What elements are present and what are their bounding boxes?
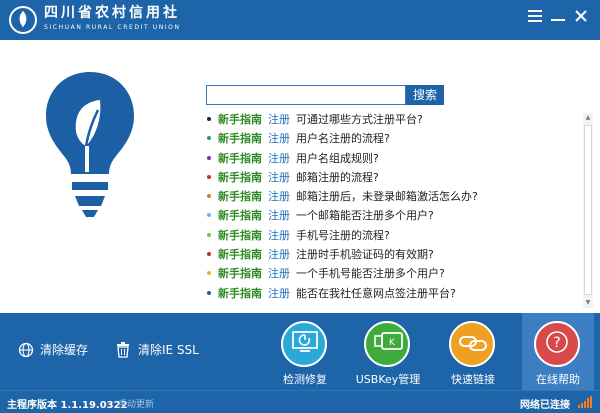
- faq-question[interactable]: 邮箱注册的流程?: [296, 171, 379, 184]
- usbkey-manage-button[interactable]: K USBKey管理: [352, 313, 424, 390]
- faq-guide-tag[interactable]: 新手指南: [218, 171, 262, 184]
- title-bar: 四川省农村信用社 SICHUAN RURAL CREDIT UNION: [0, 0, 600, 40]
- bullet-dot-icon: [207, 194, 211, 199]
- quick-link-label: 快速链接: [451, 373, 495, 386]
- faq-guide-tag[interactable]: 新手指南: [218, 190, 262, 203]
- monitor-icon: [292, 331, 318, 352]
- clear-cache-button[interactable]: 清除缓存: [18, 340, 98, 360]
- link-icon: [459, 336, 487, 351]
- faq-item[interactable]: 新手指南 注册 手机号注册的流程?: [206, 226, 576, 245]
- faq-item[interactable]: 新手指南 注册 可通过哪些方式注册平台?: [206, 110, 576, 129]
- status-bar: 主程序版本 1.1.19.0322 手动更新 网络已连接: [0, 390, 600, 413]
- faq-register-tag[interactable]: 注册: [268, 287, 290, 300]
- svg-text:K: K: [389, 338, 396, 348]
- faq-item[interactable]: 新手指南 注册 邮箱注册后，未登录邮箱激活怎么办?: [206, 187, 576, 206]
- help-icon: ?: [546, 331, 568, 353]
- close-icon[interactable]: [570, 6, 592, 26]
- faq-guide-tag[interactable]: 新手指南: [218, 267, 262, 280]
- faq-guide-tag[interactable]: 新手指南: [218, 132, 262, 145]
- faq-item[interactable]: 新手指南 注册 能否在我社任意网点签注册平台?: [206, 284, 576, 303]
- faq-register-tag[interactable]: 注册: [268, 132, 290, 145]
- faq-guide-tag[interactable]: 新手指南: [218, 113, 262, 126]
- faq-register-tag[interactable]: 注册: [268, 190, 290, 203]
- online-help-button[interactable]: ? 在线帮助: [522, 313, 594, 390]
- faq-scrollbar[interactable]: ▲ ▼: [583, 113, 593, 308]
- faq-guide-tag[interactable]: 新手指南: [218, 248, 262, 261]
- bottom-toolbar: 清除缓存 清除IE SSL 检测修复 K USBKey管理 快速链接 ? 在线帮…: [0, 313, 600, 390]
- minimize-icon[interactable]: [547, 6, 569, 26]
- faq-question[interactable]: 能否在我社任意网点签注册平台?: [296, 287, 456, 300]
- faq-question[interactable]: 注册时手机验证码的有效期?: [296, 248, 434, 261]
- brand-title-cn: 四川省农村信用社: [44, 5, 180, 21]
- search-input[interactable]: [206, 85, 406, 105]
- globe-icon: [18, 342, 34, 358]
- faq-item[interactable]: 新手指南 注册 邮箱注册的流程?: [206, 168, 576, 187]
- faq-register-tag[interactable]: 注册: [268, 209, 290, 222]
- faq-guide-tag[interactable]: 新手指南: [218, 209, 262, 222]
- faq-item[interactable]: 新手指南 注册 用户名注册的流程?: [206, 129, 576, 148]
- faq-register-tag[interactable]: 注册: [268, 267, 290, 280]
- faq-question[interactable]: 一个邮箱能否注册多个用户?: [296, 209, 434, 222]
- version-text: 主程序版本 1.1.19.0322: [7, 400, 128, 411]
- usbkey-icon: K: [374, 332, 403, 350]
- bullet-dot-icon: [207, 252, 211, 257]
- faq-question[interactable]: 用户名注册的流程?: [296, 132, 390, 145]
- detect-repair-button[interactable]: 检测修复: [269, 313, 341, 390]
- bullet-dot-icon: [207, 174, 211, 179]
- faq-item[interactable]: 新手指南 注册 一个邮箱能否注册多个用户?: [206, 206, 576, 225]
- faq-item[interactable]: 新手指南 注册 用户名组成规则?: [206, 149, 576, 168]
- trash-icon: [117, 342, 129, 358]
- online-help-label: 在线帮助: [536, 373, 580, 386]
- bullet-dot-icon: [207, 290, 211, 295]
- detect-repair-label: 检测修复: [283, 373, 327, 386]
- usbkey-label: USBKey管理: [355, 373, 421, 386]
- faq-question[interactable]: 邮箱注册后，未登录邮箱激活怎么办?: [296, 190, 478, 203]
- scroll-thumb[interactable]: [584, 125, 592, 295]
- rural-credit-logo-icon: [9, 6, 37, 34]
- faq-guide-tag[interactable]: 新手指南: [218, 287, 262, 300]
- bullet-dot-icon: [207, 232, 211, 237]
- faq-guide-tag[interactable]: 新手指南: [218, 229, 262, 242]
- faq-question[interactable]: 可通过哪些方式注册平台?: [296, 113, 423, 126]
- faq-register-tag[interactable]: 注册: [268, 229, 290, 242]
- bullet-dot-icon: [207, 155, 211, 160]
- clear-ie-ssl-button[interactable]: 清除IE SSL: [116, 340, 206, 360]
- faq-register-tag[interactable]: 注册: [268, 171, 290, 184]
- svg-text:?: ?: [553, 335, 560, 351]
- faq-item[interactable]: 新手指南 注册 一个手机号能否注册多个用户?: [206, 264, 576, 283]
- faq-question[interactable]: 手机号注册的流程?: [296, 229, 390, 242]
- faq-question[interactable]: 用户名组成规则?: [296, 152, 379, 165]
- faq-question[interactable]: 一个手机号能否注册多个用户?: [296, 267, 445, 280]
- signal-bars-icon: [578, 396, 592, 408]
- scroll-up-icon[interactable]: ▲: [583, 113, 593, 123]
- faq-list: 新手指南 注册 可通过哪些方式注册平台? 新手指南 注册 用户名注册的流程? 新手指南 注册用…: [206, 110, 576, 303]
- menu-icon[interactable]: [524, 6, 546, 26]
- manual-update-link[interactable]: 手动更新: [118, 397, 154, 410]
- brand-title-en: SICHUAN RURAL CREDIT UNION: [44, 24, 181, 31]
- scroll-down-icon[interactable]: ▼: [583, 298, 593, 308]
- bullet-dot-icon: [207, 117, 211, 121]
- lightbulb-icon: [46, 72, 134, 217]
- search-button[interactable]: 搜索: [406, 85, 444, 105]
- bullet-dot-icon: [207, 136, 211, 141]
- clear-ie-ssl-label: 清除IE SSL: [138, 343, 199, 357]
- bullet-dot-icon: [207, 271, 211, 276]
- faq-register-tag[interactable]: 注册: [268, 152, 290, 165]
- faq-register-tag[interactable]: 注册: [268, 248, 290, 261]
- faq-item[interactable]: 新手指南 注册 注册时手机验证码的有效期?: [206, 245, 576, 264]
- network-status-text: 网络已连接: [520, 400, 570, 411]
- faq-register-tag[interactable]: 注册: [268, 113, 290, 126]
- faq-guide-tag[interactable]: 新手指南: [218, 152, 262, 165]
- clear-cache-label: 清除缓存: [40, 343, 89, 357]
- bullet-dot-icon: [207, 213, 211, 218]
- brand: 四川省农村信用社 SICHUAN RURAL CREDIT UNION: [44, 5, 181, 32]
- quick-link-button[interactable]: 快速链接: [437, 313, 509, 390]
